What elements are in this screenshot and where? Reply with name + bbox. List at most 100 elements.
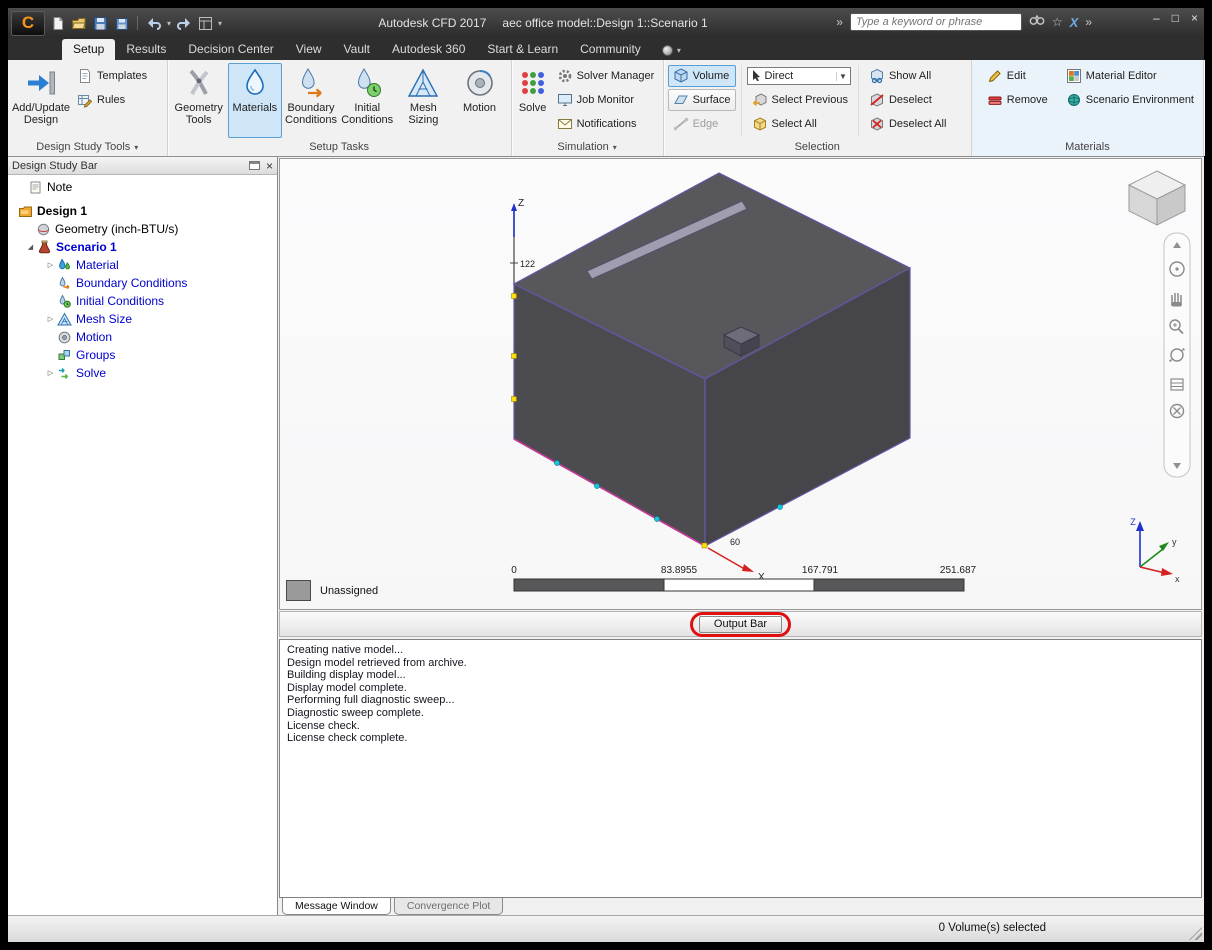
tree-item-geometry[interactable]: Geometry (inch-BTU/s) (8, 220, 277, 238)
ribbon-group-design-study-tools: Add/Update Design Templates Rules Design… (8, 60, 168, 156)
panel-close-icon[interactable]: × (266, 160, 273, 172)
mesh-size-icon (57, 311, 72, 327)
templates-button[interactable]: Templates (72, 65, 152, 87)
tree-item-solve[interactable]: ▷ Solve (8, 364, 277, 382)
tab-convergence-plot[interactable]: Convergence Plot (393, 898, 504, 915)
tab-decision-center[interactable]: Decision Center (177, 39, 284, 60)
ribbon-group-label-materials: Materials (1065, 141, 1110, 153)
ribbon-group-label-design-study-tools[interactable]: Design Study Tools ▾ (8, 138, 167, 156)
tab-autodesk-360[interactable]: Autodesk 360 (381, 39, 476, 60)
design-study-bar-header: Design Study Bar × (8, 157, 277, 175)
selection-mode-dropdown[interactable]: Direct ▼ (746, 67, 851, 85)
resize-grip-icon[interactable] (1189, 927, 1202, 940)
maximize-button[interactable]: □ (1172, 11, 1179, 25)
remove-material-button[interactable]: Remove (982, 89, 1053, 111)
open-file-icon[interactable] (71, 15, 87, 31)
panel-float-icon[interactable] (248, 161, 260, 170)
tree-item-boundary-conditions[interactable]: Boundary Conditions (8, 274, 277, 292)
solver-manager-button[interactable]: Solver Manager (552, 65, 660, 87)
tab-results[interactable]: Results (115, 39, 177, 60)
combo-arrow-icon[interactable]: ▼ (835, 71, 850, 81)
3d-viewport[interactable]: Z 122 X 60 0 83.8955 167.791 251.687 Z y… (279, 158, 1202, 610)
tree-item-scenario-1[interactable]: ◢ Scenario 1 (8, 238, 277, 256)
deselect-all-button[interactable]: Deselect All (864, 113, 951, 135)
tab-community[interactable]: Community (569, 39, 652, 60)
save-all-icon[interactable] (113, 15, 129, 31)
favorites-star-icon[interactable]: ☆ (1052, 15, 1063, 29)
search-input[interactable] (850, 16, 1021, 28)
tree-item-design-1[interactable]: Design 1 (8, 202, 277, 220)
scenario-environment-button[interactable]: Scenario Environment (1061, 89, 1199, 111)
job-monitor-button[interactable]: Job Monitor (552, 89, 660, 111)
exchange-apps-icon[interactable]: X (1070, 15, 1079, 30)
app-window: C ▾ ▾ Autodesk CFD 2017 aec office model… (8, 8, 1204, 942)
rules-button[interactable]: Rules (72, 89, 152, 111)
deselect-all-icon (869, 116, 885, 132)
templates-icon (77, 68, 93, 84)
mesh-sizing-icon (407, 67, 439, 99)
expander-expanded-icon[interactable]: ◢ (24, 243, 37, 251)
tab-message-window[interactable]: Message Window (282, 898, 391, 915)
tab-view[interactable]: View (285, 39, 333, 60)
notifications-button[interactable]: Notifications (552, 113, 660, 135)
ribbon-display-toggle[interactable]: ▾ (661, 45, 681, 60)
save-icon[interactable] (92, 15, 108, 31)
minimize-button[interactable]: – (1153, 11, 1160, 25)
search-box[interactable] (849, 13, 1022, 31)
tree-item-mesh-size[interactable]: ▷ Mesh Size (8, 310, 277, 328)
tab-setup[interactable]: Setup (62, 39, 116, 60)
application-menu-button[interactable]: C (11, 10, 45, 36)
tree-item-material[interactable]: ▷ Material (8, 256, 277, 274)
close-button[interactable]: × (1191, 11, 1198, 25)
title-bar: C ▾ ▾ Autodesk CFD 2017 aec office model… (8, 8, 1204, 38)
svg-text:60: 60 (730, 537, 740, 547)
scenario-icon (37, 240, 52, 255)
view-cube[interactable] (1127, 170, 1187, 226)
legend-label: Unassigned (320, 584, 379, 597)
infocenter-overflow-icon[interactable]: » (1085, 15, 1092, 29)
message-line: Display model complete. (287, 681, 407, 694)
show-all-button[interactable]: Show All (864, 65, 951, 87)
select-previous-button[interactable]: Select Previous (747, 89, 853, 111)
tree-item-motion[interactable]: Motion (8, 328, 277, 346)
initial-conditions-button[interactable]: Initial Conditions (340, 63, 394, 138)
mesh-sizing-button[interactable]: Mesh Sizing (396, 63, 450, 138)
tab-start-learn[interactable]: Start & Learn (476, 39, 569, 60)
materials-button[interactable]: Materials (227, 63, 282, 138)
toolbar-overflow-icon[interactable]: ▾ (218, 19, 222, 28)
undo-icon[interactable] (146, 15, 162, 31)
tree-item-initial-conditions[interactable]: Initial Conditions (8, 292, 277, 310)
motion-button[interactable]: Motion (452, 63, 506, 138)
tab-vault[interactable]: Vault (333, 39, 381, 60)
material-editor-button[interactable]: Material Editor (1061, 65, 1199, 87)
deselect-button[interactable]: Deselect (864, 89, 951, 111)
tree-item-note[interactable]: Note (8, 178, 277, 196)
undo-dropdown-icon[interactable]: ▾ (167, 19, 171, 28)
search-binoculars-icon[interactable] (1029, 13, 1045, 31)
workspace-icon[interactable] (197, 15, 213, 31)
ribbon-group-simulation: Solve Solver Manager Job Monitor Notific… (512, 60, 664, 156)
geometry-tools-button[interactable]: Geometry Tools (172, 63, 226, 138)
title-chevron-icon[interactable]: » (836, 15, 843, 29)
redo-icon[interactable] (176, 15, 192, 31)
output-bar-button[interactable]: Output Bar (698, 615, 783, 633)
boundary-conditions-button[interactable]: Boundary Conditions (284, 63, 338, 138)
expander-collapsed-icon[interactable]: ▷ (44, 369, 57, 377)
toolbar-separator (137, 16, 138, 30)
expander-collapsed-icon[interactable]: ▷ (44, 261, 57, 269)
expander-collapsed-icon[interactable]: ▷ (44, 315, 57, 323)
edit-material-button[interactable]: Edit (982, 65, 1053, 87)
select-volume-button[interactable]: Volume (667, 65, 736, 87)
ribbon-group-label-simulation[interactable]: Simulation ▾ (512, 138, 663, 156)
groups-icon (57, 348, 72, 363)
select-surface-button[interactable]: Surface (667, 89, 736, 111)
select-all-button[interactable]: Select All (747, 113, 853, 135)
model-box[interactable] (512, 172, 912, 548)
quick-access-toolbar: ▾ ▾ (50, 15, 222, 31)
add-update-design-button[interactable]: Add/Update Design (12, 63, 70, 138)
solve-button[interactable]: Solve (516, 63, 550, 138)
select-edge-button[interactable]: Edge (668, 113, 736, 135)
message-window[interactable]: Creating native model... Design model re… (279, 639, 1202, 898)
tree-item-groups[interactable]: Groups (8, 346, 277, 364)
new-file-icon[interactable] (50, 15, 66, 31)
